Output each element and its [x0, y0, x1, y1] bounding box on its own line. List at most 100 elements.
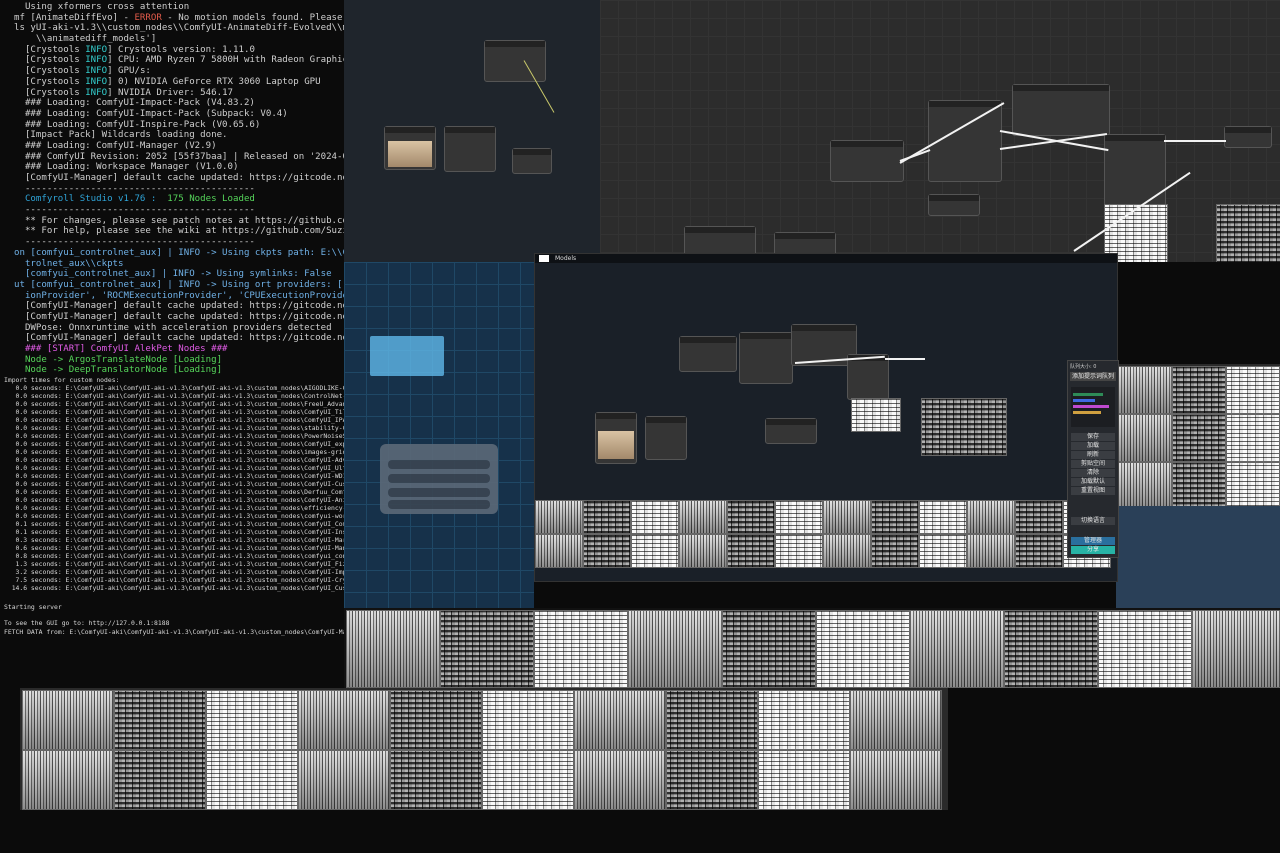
gallery-thumbnail[interactable]: [850, 690, 942, 750]
panel-slider[interactable]: [388, 474, 490, 483]
gallery-thumbnail[interactable]: [1172, 462, 1226, 510]
gallery-thumbnail[interactable]: [1118, 462, 1172, 510]
gallery-thumbnail[interactable]: [871, 534, 919, 568]
gallery-thumbnail[interactable]: [775, 500, 823, 534]
vae-node[interactable]: [928, 194, 980, 216]
gallery-thumbnail[interactable]: [583, 534, 631, 568]
google-translate-node[interactable]: [1012, 84, 1110, 136]
gallery-thumbnail[interactable]: [631, 500, 679, 534]
gallery-thumbnail[interactable]: [722, 610, 816, 688]
image-preview: [598, 431, 634, 459]
gallery-thumbnail[interactable]: [206, 690, 298, 750]
gallery-thumbnail[interactable]: [775, 534, 823, 568]
console-text: INFO: [85, 87, 108, 98]
checkpoint-loader-node[interactable]: [830, 140, 904, 182]
gallery-thumbnail[interactable]: [206, 750, 298, 810]
menu-button[interactable]: 加载: [1071, 442, 1115, 450]
gallery-thumbnail[interactable]: [298, 690, 390, 750]
gallery-thumbnail[interactable]: [919, 534, 967, 568]
switch-language-button[interactable]: 切换语言: [1071, 517, 1115, 525]
vae-decode-node[interactable]: [1224, 126, 1272, 148]
controlnet-node[interactable]: [444, 126, 496, 172]
gallery-thumbnail[interactable]: [967, 534, 1015, 568]
gallery-thumbnail[interactable]: [1226, 366, 1280, 414]
gallery-thumbnail[interactable]: [631, 534, 679, 568]
lora-loader-node[interactable]: [684, 226, 756, 256]
queue-prompt-button[interactable]: 添加提示词队列: [1070, 372, 1116, 381]
ksampler-node[interactable]: [847, 354, 889, 400]
gallery-thumbnail[interactable]: [910, 610, 1004, 688]
gallery-thumbnail[interactable]: [919, 500, 967, 534]
sampler-node[interactable]: [484, 40, 546, 82]
gallery-thumbnail[interactable]: [574, 750, 666, 810]
gallery-thumbnail[interactable]: [1015, 534, 1063, 568]
controlnet-node[interactable]: [645, 416, 687, 460]
gallery-thumbnail[interactable]: [1004, 610, 1098, 688]
gallery-thumbnail[interactable]: [1172, 366, 1226, 414]
gallery-thumbnail[interactable]: [1118, 366, 1172, 414]
preprocessor-node[interactable]: [512, 148, 552, 174]
load-image-node[interactable]: [384, 126, 436, 170]
gallery-thumbnail[interactable]: [482, 690, 574, 750]
gallery-thumbnail[interactable]: [1098, 610, 1192, 688]
gallery-thumbnail[interactable]: [850, 750, 942, 810]
gallery-thumbnail[interactable]: [758, 750, 850, 810]
menu-button[interactable]: 清除: [1071, 469, 1115, 477]
gallery-thumbnail[interactable]: [679, 500, 727, 534]
load-image-node[interactable]: [595, 412, 637, 464]
gallery-thumbnail[interactable]: [535, 500, 583, 534]
console-text: [Crystools: [14, 44, 86, 55]
gallery-thumbnail[interactable]: [535, 534, 583, 568]
gallery-thumbnail[interactable]: [1118, 414, 1172, 462]
gallery-thumbnail[interactable]: [583, 500, 631, 534]
gallery-thumbnail[interactable]: [758, 690, 850, 750]
gallery-thumbnail[interactable]: [666, 690, 758, 750]
gallery-thumbnail[interactable]: [390, 750, 482, 810]
gallery-thumbnail[interactable]: [1015, 500, 1063, 534]
connection-wire: [1164, 140, 1226, 142]
gallery-thumbnail[interactable]: [114, 690, 206, 750]
console-text: [Crystools: [14, 87, 86, 98]
menu-button[interactable]: 刷新: [1071, 451, 1115, 459]
gallery-thumbnail[interactable]: [679, 534, 727, 568]
gallery-thumbnail[interactable]: [727, 534, 775, 568]
gallery-thumbnail[interactable]: [727, 500, 775, 534]
gallery-thumbnail[interactable]: [871, 500, 919, 534]
clip-text-encode-node[interactable]: [739, 332, 793, 384]
gallery-thumbnail[interactable]: [1226, 462, 1280, 510]
menu-button[interactable]: 剪贴空间: [1071, 460, 1115, 468]
gallery-thumbnail[interactable]: [816, 610, 910, 688]
models-tab[interactable]: Models: [555, 255, 576, 262]
gallery-thumbnail[interactable]: [390, 690, 482, 750]
gallery-thumbnail[interactable]: [1172, 414, 1226, 462]
panel-slider[interactable]: [388, 500, 490, 509]
manager-button[interactable]: 管理器: [1071, 537, 1115, 545]
selection-group-highlight[interactable]: [370, 336, 444, 376]
vae-decode-node[interactable]: [765, 418, 817, 444]
menu-button[interactable]: 加载默认: [1071, 478, 1115, 486]
checkpoint-loader-node[interactable]: [679, 336, 737, 372]
gallery-thumbnail[interactable]: [346, 610, 440, 688]
gallery-thumbnail[interactable]: [22, 690, 114, 750]
gallery-thumbnail[interactable]: [1226, 414, 1280, 462]
share-button[interactable]: 分享: [1071, 546, 1115, 554]
menu-button[interactable]: 重置视图: [1071, 487, 1115, 495]
menu-button[interactable]: 保存: [1071, 433, 1115, 441]
gallery-thumbnail[interactable]: [298, 750, 390, 810]
panel-slider[interactable]: [388, 460, 490, 469]
gallery-thumbnail[interactable]: [823, 500, 871, 534]
gallery-thumbnail[interactable]: [666, 750, 758, 810]
gallery-thumbnail[interactable]: [823, 534, 871, 568]
gallery-thumbnail[interactable]: [967, 500, 1015, 534]
gallery-thumbnail[interactable]: [22, 750, 114, 810]
gallery-thumbnail[interactable]: [482, 750, 574, 810]
gallery-thumbnail[interactable]: [1192, 610, 1280, 688]
panel-slider[interactable]: [388, 488, 490, 497]
queue-size-label: 队列大小: 0: [1070, 364, 1097, 370]
gallery-thumbnail[interactable]: [114, 750, 206, 810]
gallery-thumbnail[interactable]: [440, 610, 534, 688]
floating-settings-panel[interactable]: [380, 444, 498, 514]
gallery-thumbnail[interactable]: [574, 690, 666, 750]
gallery-thumbnail[interactable]: [534, 610, 628, 688]
gallery-thumbnail[interactable]: [628, 610, 722, 688]
